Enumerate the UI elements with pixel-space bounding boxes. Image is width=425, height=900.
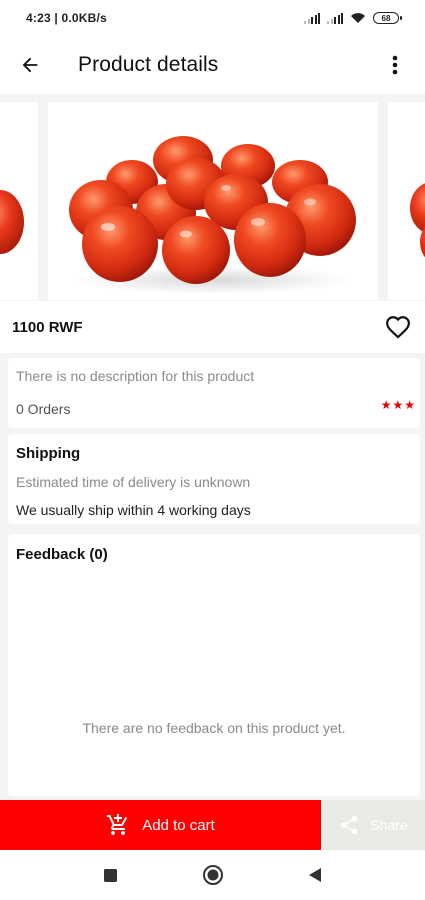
home-circle-icon <box>202 865 223 885</box>
share-icon <box>341 815 358 835</box>
product-image[interactable] <box>48 102 378 300</box>
battery-icon: 68 <box>373 12 402 24</box>
status-bar: 4:23 | 0.0KB/s 68 <box>0 0 425 36</box>
wifi-icon <box>351 13 365 23</box>
rating-stars: ★★★ <box>380 398 416 412</box>
tomatoes-photo <box>69 136 356 294</box>
page-title: Product details <box>78 53 219 76</box>
shipping-note: We usually ship within 4 working days <box>16 502 251 518</box>
app-bar: Product details <box>0 36 425 94</box>
feedback-empty-message: There are no feedback on this product ye… <box>82 720 346 736</box>
add-to-cart-button[interactable]: Add to cart <box>0 800 321 850</box>
shipping-title: Shipping <box>16 445 81 462</box>
signal-icon <box>304 12 320 24</box>
price-row: 1100 RWF <box>0 301 425 353</box>
shipping-card: Shipping Estimated time of delivery is u… <box>8 434 420 524</box>
system-nav-bar <box>0 850 425 900</box>
more-options-button[interactable] <box>375 45 415 85</box>
status-icons: 68 <box>304 12 402 24</box>
recents-button[interactable] <box>97 861 125 889</box>
add-to-cart-label: Add to cart <box>142 816 215 834</box>
description-card: There is no description for this product… <box>8 358 420 428</box>
bottom-action-bar: Add to cart Share <box>0 800 425 850</box>
triangle-back-icon <box>308 868 321 882</box>
heart-outline-icon <box>386 316 410 339</box>
product-image-carousel[interactable] <box>0 96 425 301</box>
product-price: 1100 RWF <box>12 318 83 336</box>
orders-count: 0 Orders <box>16 401 71 417</box>
square-icon <box>104 868 117 882</box>
back-button[interactable] <box>0 36 60 94</box>
more-vert-icon <box>392 55 398 75</box>
carousel-prev-image[interactable] <box>0 102 38 300</box>
share-button[interactable]: Share <box>321 800 425 850</box>
arrow-left-icon <box>22 57 38 73</box>
favorite-button[interactable] <box>381 310 415 344</box>
carousel-next-image[interactable] <box>388 102 425 300</box>
add-cart-icon <box>107 814 128 835</box>
signal-icon-2 <box>327 12 343 24</box>
product-description: There is no description for this product <box>16 368 255 384</box>
feedback-card: Feedback (0) There are no feedback on th… <box>8 534 420 796</box>
status-time-speed: 4:23 | 0.0KB/s <box>26 11 107 25</box>
home-button[interactable] <box>199 861 227 889</box>
feedback-title: Feedback (0) <box>16 546 108 563</box>
shipping-eta: Estimated time of delivery is unknown <box>16 474 251 490</box>
share-label: Share <box>370 817 408 833</box>
back-nav-button[interactable] <box>301 861 329 889</box>
